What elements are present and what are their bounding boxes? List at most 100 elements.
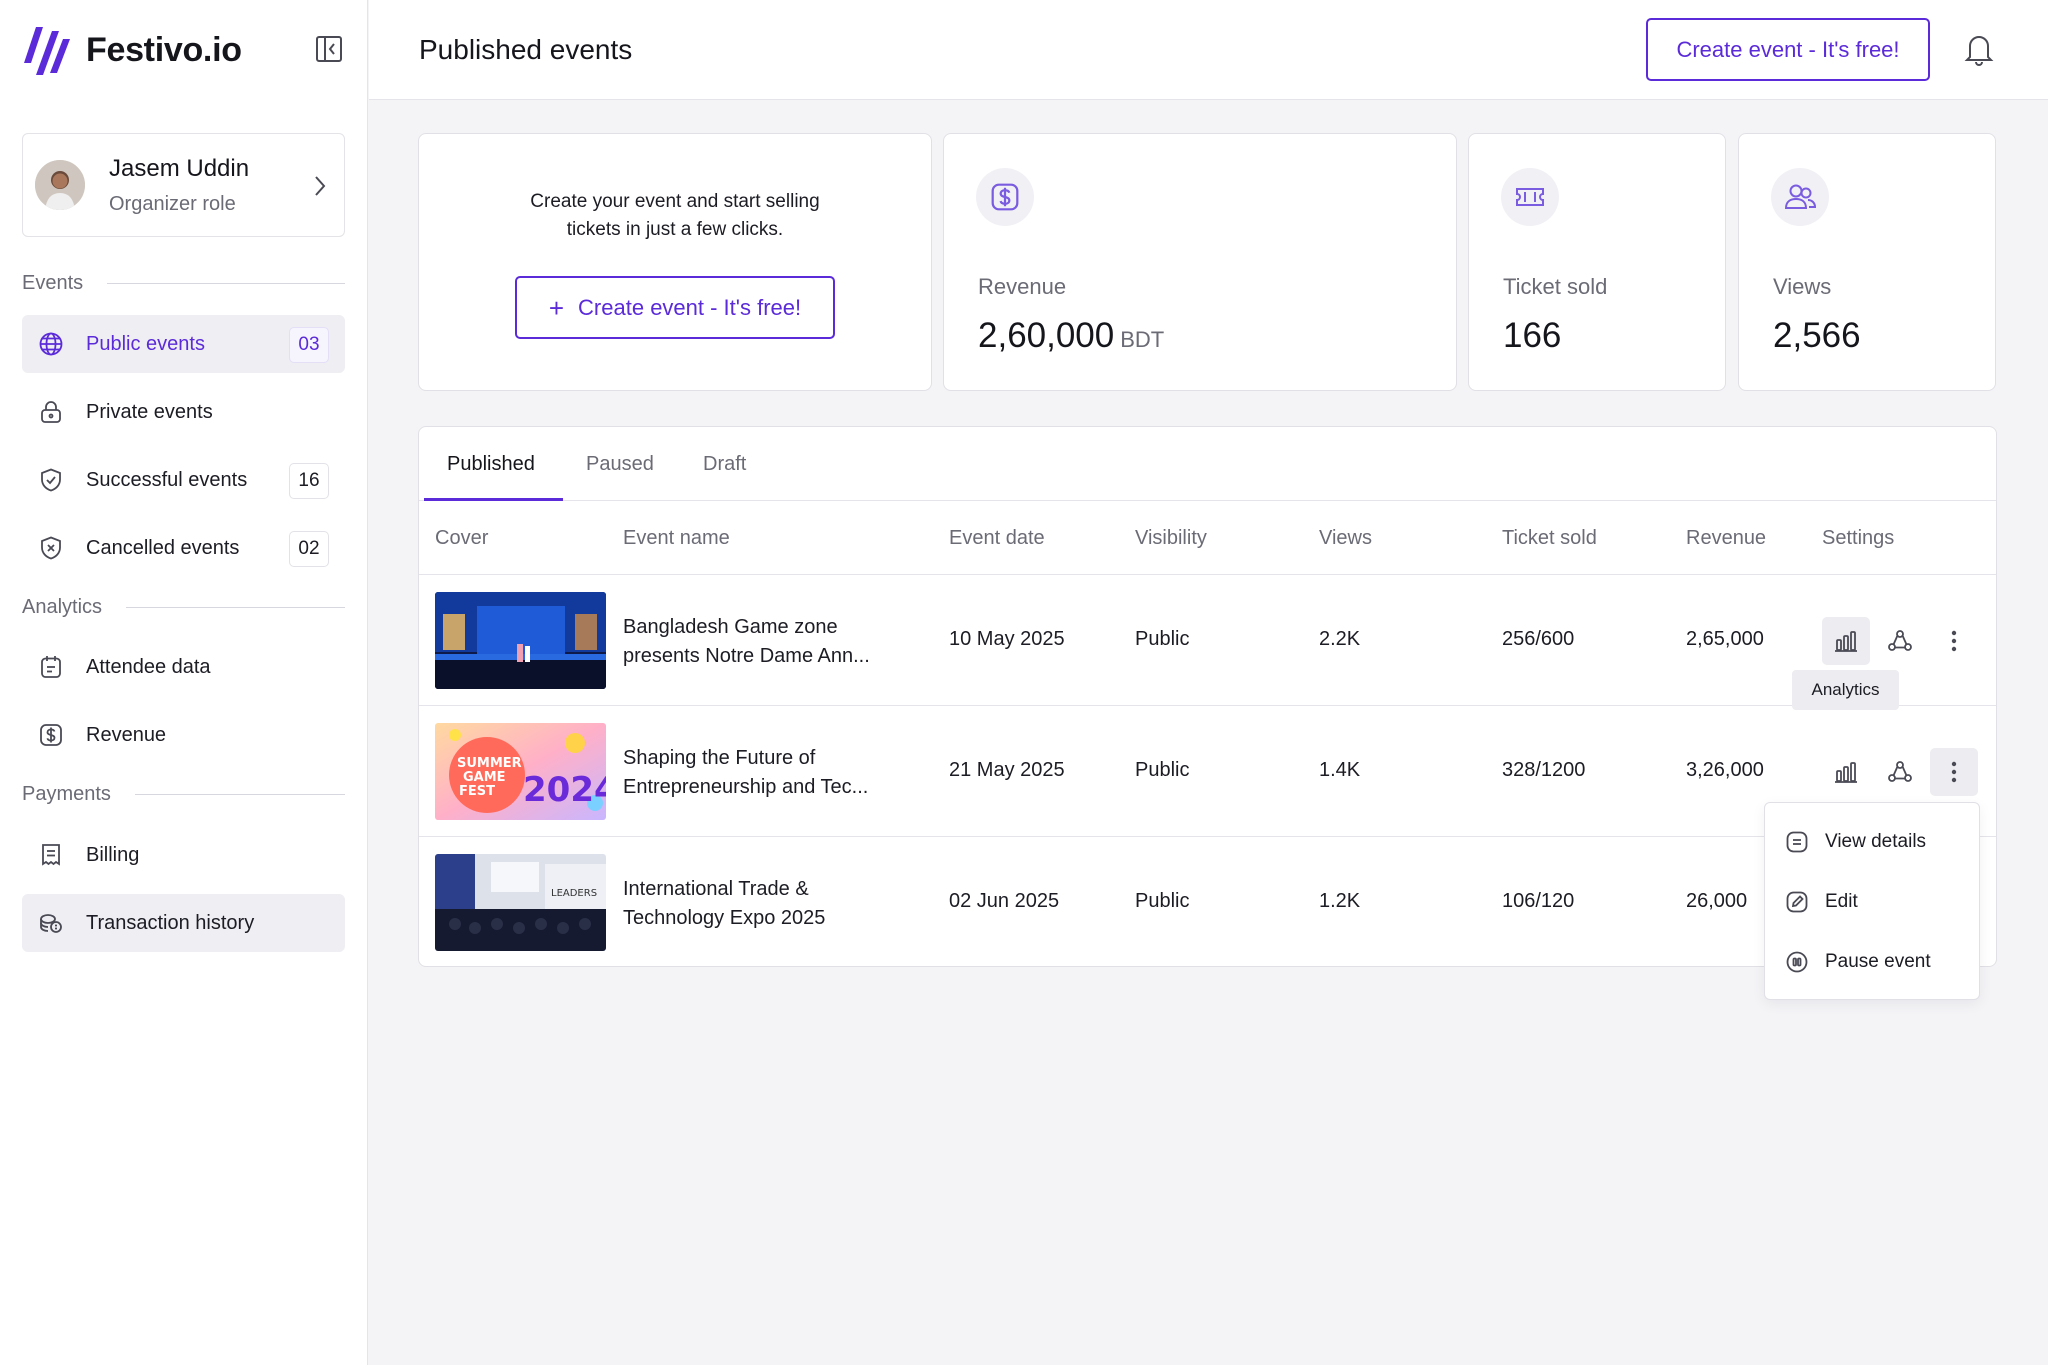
coins-icon xyxy=(40,914,62,933)
chevron-right-icon xyxy=(315,176,326,196)
sidebar-item-cancelled-events[interactable]: Cancelled events 02 xyxy=(22,519,345,577)
dollar-icon xyxy=(976,168,1034,226)
event-date: 02 Jun 2025 xyxy=(949,890,1060,912)
sidebar-item-billing[interactable]: Billing xyxy=(22,826,345,884)
event-views: 2.2K xyxy=(1319,628,1361,650)
svg-text:FEST: FEST xyxy=(459,784,495,799)
tab-draft[interactable]: Draft xyxy=(703,453,746,476)
event-revenue: 3,26,000 xyxy=(1686,759,1764,781)
analytics-tooltip: Analytics xyxy=(1792,670,1899,710)
count-badge: 16 xyxy=(289,463,329,499)
more-options-button[interactable] xyxy=(1930,748,1978,796)
promo-create-event-button[interactable]: + Create event - It's free! xyxy=(515,276,835,339)
promo-text: Create your event and start selling tick… xyxy=(530,191,820,240)
column-header: Cover xyxy=(435,527,489,549)
analytics-button[interactable] xyxy=(1822,748,1870,796)
calendar-icon xyxy=(41,656,61,678)
event-name[interactable]: Shaping the Future of Entrepreneurship a… xyxy=(623,744,893,802)
event-visibility: Public xyxy=(1135,628,1190,650)
collapse-sidebar-icon[interactable] xyxy=(314,34,344,64)
shield-check-icon xyxy=(41,468,61,492)
event-cover-image: LEADERS xyxy=(435,854,606,951)
event-tickets: 106/120 xyxy=(1502,890,1575,912)
sidebar-item-label: Cancelled events xyxy=(86,536,240,559)
column-header: Views xyxy=(1319,527,1372,549)
sidebar-item-transaction-history[interactable]: Transaction history xyxy=(22,894,345,952)
table-header: Cover Event name Event date Visibility V… xyxy=(419,501,1996,575)
tab-paused[interactable]: Paused xyxy=(586,453,654,476)
sidebar-item-label: Transaction history xyxy=(86,911,255,934)
svg-text:GAME: GAME xyxy=(463,770,506,785)
table-row[interactable]: SUMMER GAME FEST 2024 Shaping the Future… xyxy=(419,706,1996,837)
stat-value: 166 xyxy=(1503,316,1562,355)
sidebar-item-label: Billing xyxy=(86,843,140,866)
brand[interactable]: Festivo.io xyxy=(22,22,242,78)
stat-card-ticket-sold: Ticket sold 166 xyxy=(1468,133,1726,391)
menu-item-view-details[interactable]: View details xyxy=(1785,827,1926,857)
row-actions-menu: View details Edit Pause event xyxy=(1764,802,1980,1000)
top-header: Published events Create event - It's fre… xyxy=(369,0,2048,100)
create-event-button[interactable]: Create event - It's free! xyxy=(1646,18,1930,81)
column-header: Event name xyxy=(623,527,730,549)
svg-text:SUMMER: SUMMER xyxy=(457,756,522,771)
event-name[interactable]: Bangladesh Game zone presents Notre Dame… xyxy=(623,613,893,671)
bar-chart-icon xyxy=(1835,762,1857,783)
plus-icon: + xyxy=(548,292,565,323)
sidebar-item-private-events[interactable]: Private events xyxy=(22,383,345,441)
users-icon xyxy=(1771,168,1829,226)
stat-value: 2,566 xyxy=(1773,316,1861,355)
count-badge: 03 xyxy=(289,327,329,363)
share-button[interactable] xyxy=(1876,748,1924,796)
menu-item-edit[interactable]: Edit xyxy=(1785,887,1858,917)
profile-name: Jasem Uddin xyxy=(109,154,250,182)
more-vertical-icon xyxy=(1951,630,1957,652)
events-table-card: Published Paused Draft Cover Event name … xyxy=(418,426,1997,967)
column-header: Revenue xyxy=(1686,527,1767,549)
sidebar-item-public-events[interactable]: Public events 03 xyxy=(22,315,345,373)
event-date: 10 May 2025 xyxy=(949,628,1065,650)
page-title: Published events xyxy=(419,34,633,65)
sidebar-item-attendee-data[interactable]: Attendee data xyxy=(22,638,345,696)
sidebar-item-revenue[interactable]: Revenue xyxy=(22,706,345,764)
menu-item-pause-event[interactable]: Pause event xyxy=(1785,947,1931,977)
event-visibility: Public xyxy=(1135,759,1190,781)
section-label-events: Events xyxy=(22,272,345,295)
column-header: Event date xyxy=(949,527,1045,549)
stat-label: Ticket sold xyxy=(1503,274,1608,299)
list-icon xyxy=(1786,831,1808,853)
svg-text:LEADERS: LEADERS xyxy=(551,888,597,899)
avatar xyxy=(35,160,85,210)
sidebar-item-label: Successful events xyxy=(86,468,248,491)
bar-chart-icon xyxy=(1835,631,1857,652)
event-revenue: 26,000 xyxy=(1686,890,1748,912)
event-visibility: Public xyxy=(1135,890,1190,912)
share-button[interactable] xyxy=(1876,617,1924,665)
event-date: 21 May 2025 xyxy=(949,759,1065,781)
stat-card-views: Views 2,566 xyxy=(1738,133,1996,391)
section-label-analytics: Analytics xyxy=(22,596,345,619)
table-row[interactable]: Bangladesh Game zone presents Notre Dame… xyxy=(419,575,1996,706)
count-badge: 02 xyxy=(289,531,329,567)
promo-card: Create your event and start selling tick… xyxy=(418,133,932,391)
svg-text:2024: 2024 xyxy=(523,770,606,810)
analytics-button[interactable] xyxy=(1822,617,1870,665)
stat-label: Revenue xyxy=(978,274,1067,299)
more-options-button[interactable] xyxy=(1930,617,1978,665)
sidebar-item-label: Private events xyxy=(86,400,213,423)
tabs: Published Paused Draft xyxy=(419,427,1996,501)
event-name[interactable]: International Trade & Technology Expo 20… xyxy=(623,875,893,933)
brand-name: Festivo.io xyxy=(86,30,242,69)
stat-card-revenue: Revenue 2,60,000 BDT xyxy=(943,133,1457,391)
section-label-payments: Payments xyxy=(22,783,345,806)
table-row[interactable]: LEADERS International Trade & Technology… xyxy=(419,837,1996,968)
bell-icon[interactable] xyxy=(1964,32,1994,66)
dollar-icon xyxy=(40,724,62,746)
sidebar-item-successful-events[interactable]: Successful events 16 xyxy=(22,451,345,509)
sidebar-item-label: Public events xyxy=(86,332,205,355)
event-tickets: 328/1200 xyxy=(1502,759,1586,781)
profile-card[interactable]: Jasem Uddin Organizer role xyxy=(22,133,345,237)
tab-published[interactable]: Published xyxy=(447,453,535,476)
sidebar: Festivo.io Jasem Uddin Organizer role Ev… xyxy=(0,0,368,1365)
receipt-icon xyxy=(42,844,60,866)
stat-value: 2,60,000 BDT xyxy=(978,316,1165,355)
